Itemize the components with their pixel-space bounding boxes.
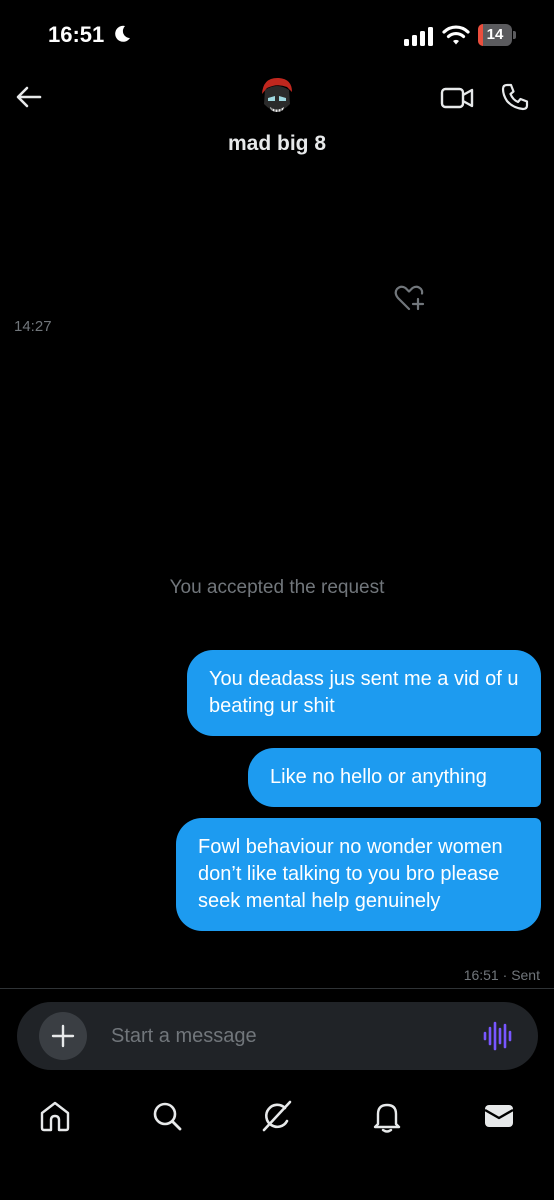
message-bubble[interactable]: Like no hello or anything [248,748,541,807]
battery-icon: 14 [478,24,516,46]
message-composer [17,1002,538,1070]
divider [0,988,554,989]
heart-add-icon[interactable] [393,283,425,313]
battery-level: 14 [486,26,504,43]
search-icon[interactable] [150,1099,184,1133]
bottom-navigation [0,1085,554,1147]
messages-icon[interactable] [482,1099,516,1133]
moon-icon [115,25,130,42]
voice-message-icon[interactable] [482,1020,512,1052]
message-time: 16:51 [463,967,499,983]
sent-status: Sent [511,967,540,983]
system-message: You accepted the request [169,577,385,598]
add-icon [51,1024,75,1048]
wifi-icon [442,25,470,45]
video-call-icon[interactable] [440,84,474,112]
grok-icon[interactable] [260,1099,294,1133]
status-bar: 16:51 14 [0,0,554,72]
contact-name[interactable]: mad big 8 [0,132,554,156]
message-bubble[interactable]: Fowl behaviour no wonder women don’t lik… [176,818,541,931]
phone-call-icon[interactable] [500,82,530,112]
meta-separator: · [498,967,512,983]
message-input[interactable] [111,1020,451,1052]
signal-icon [404,27,433,46]
notifications-icon[interactable] [370,1099,404,1133]
add-media-button[interactable] [39,1012,87,1060]
message-timestamp: 14:27 [14,318,52,335]
status-time: 16:51 [48,22,105,47]
message-bubble[interactable]: You deadass jus sent me a vid of u beati… [187,650,541,736]
home-indicator [138,1179,416,1187]
avatar[interactable] [253,74,301,122]
home-icon[interactable] [38,1099,72,1133]
back-arrow-icon[interactable] [14,82,44,112]
message-status: 16:51 · Sent [464,967,540,983]
